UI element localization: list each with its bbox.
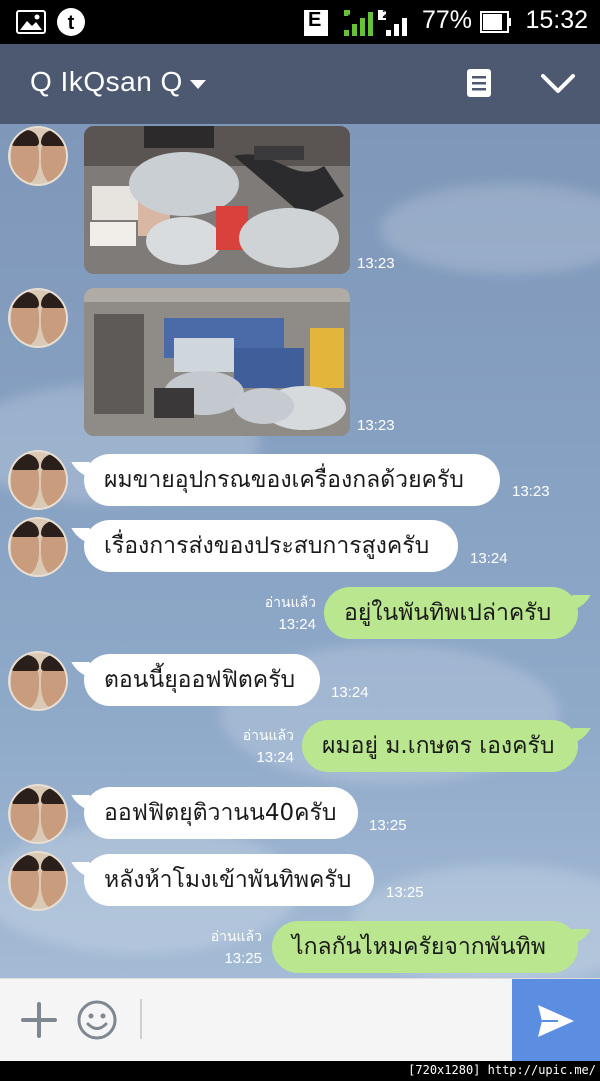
read-receipt: อ่านแล้ว <box>264 595 316 611</box>
message-input[interactable] <box>150 993 500 1045</box>
dropdown-caret-icon[interactable] <box>190 80 206 89</box>
tumblr-icon: t <box>56 7 86 41</box>
watermark-bar: [720x1280] http://upic.me/ <box>0 1061 600 1081</box>
chevron-down-icon[interactable] <box>540 72 576 100</box>
message-bubble-outgoing[interactable]: ไกลกันไหมครัยจากพันทิพ <box>272 921 578 973</box>
avatar[interactable] <box>8 651 68 711</box>
timestamp: 13:23 <box>357 417 395 434</box>
network-type-label: E <box>308 9 322 31</box>
timestamp: 13:23 <box>357 255 395 272</box>
message-bubble-incoming[interactable]: ออฟฟิตยุติวานน40ครับ <box>84 787 358 839</box>
gallery-icon <box>16 10 46 38</box>
timestamp: 13:24 <box>331 684 369 701</box>
avatar[interactable] <box>8 450 68 510</box>
watermark: [720x1280] http://upic.me/ <box>408 1063 596 1077</box>
read-receipt: อ่านแล้ว <box>210 929 262 945</box>
read-receipt: อ่านแล้ว <box>242 728 294 744</box>
timestamp: 13:24 <box>470 550 508 567</box>
status-bar: t E 1 2 77% 15:32 <box>0 0 600 44</box>
timestamp: 13:25 <box>369 817 407 834</box>
message-bubble-outgoing[interactable]: อยู่ในพันทิพเปล่าครับ <box>324 587 578 639</box>
timestamp: 13:24 <box>278 616 316 633</box>
svg-text:t: t <box>68 12 75 34</box>
timestamp: 13:25 <box>386 884 424 901</box>
chat-area[interactable]: 13:23 13:23 ผมขายอุปกรณของเครื่องกลด้วยค… <box>0 124 600 978</box>
photo-message[interactable] <box>84 126 350 274</box>
send-button[interactable] <box>512 979 600 1062</box>
send-icon <box>538 1005 574 1037</box>
plus-icon[interactable] <box>20 1001 58 1043</box>
avatar[interactable] <box>8 126 68 186</box>
divider <box>140 999 142 1039</box>
timestamp: 13:23 <box>512 483 550 500</box>
timestamp: 13:24 <box>256 749 294 766</box>
message-bubble-incoming[interactable]: หลังห้าโมงเข้าพันทิพครับ <box>84 854 374 906</box>
smiley-icon[interactable] <box>76 999 118 1045</box>
avatar[interactable] <box>8 851 68 911</box>
chat-header: Q IkQsan Q <box>0 44 600 124</box>
message-bubble-incoming[interactable]: ผมขายอุปกรณของเครื่องกลด้วยครับ <box>84 454 500 506</box>
note-icon[interactable] <box>466 68 492 102</box>
battery-icon <box>480 11 512 37</box>
avatar[interactable] <box>8 784 68 844</box>
sim1-label: 1 <box>347 6 355 19</box>
avatar[interactable] <box>8 288 68 348</box>
clock: 15:32 <box>525 6 588 34</box>
message-bubble-incoming[interactable]: ตอนนี้ยุออฟฟิตครับ <box>84 654 320 706</box>
battery-percent: 77% <box>422 6 473 34</box>
message-input-bar <box>0 978 600 1062</box>
message-bubble-incoming[interactable]: เรื่องการส่งของประสบการสูงครับ <box>84 520 458 572</box>
message-bubble-outgoing[interactable]: ผมอยู่ ม.เกษตร เองครับ <box>302 720 578 772</box>
avatar[interactable] <box>8 517 68 577</box>
photo-message[interactable] <box>84 288 350 436</box>
timestamp: 13:25 <box>224 950 262 967</box>
chat-title[interactable]: Q IkQsan Q <box>30 66 183 98</box>
sim2-label: 2 <box>382 8 390 21</box>
